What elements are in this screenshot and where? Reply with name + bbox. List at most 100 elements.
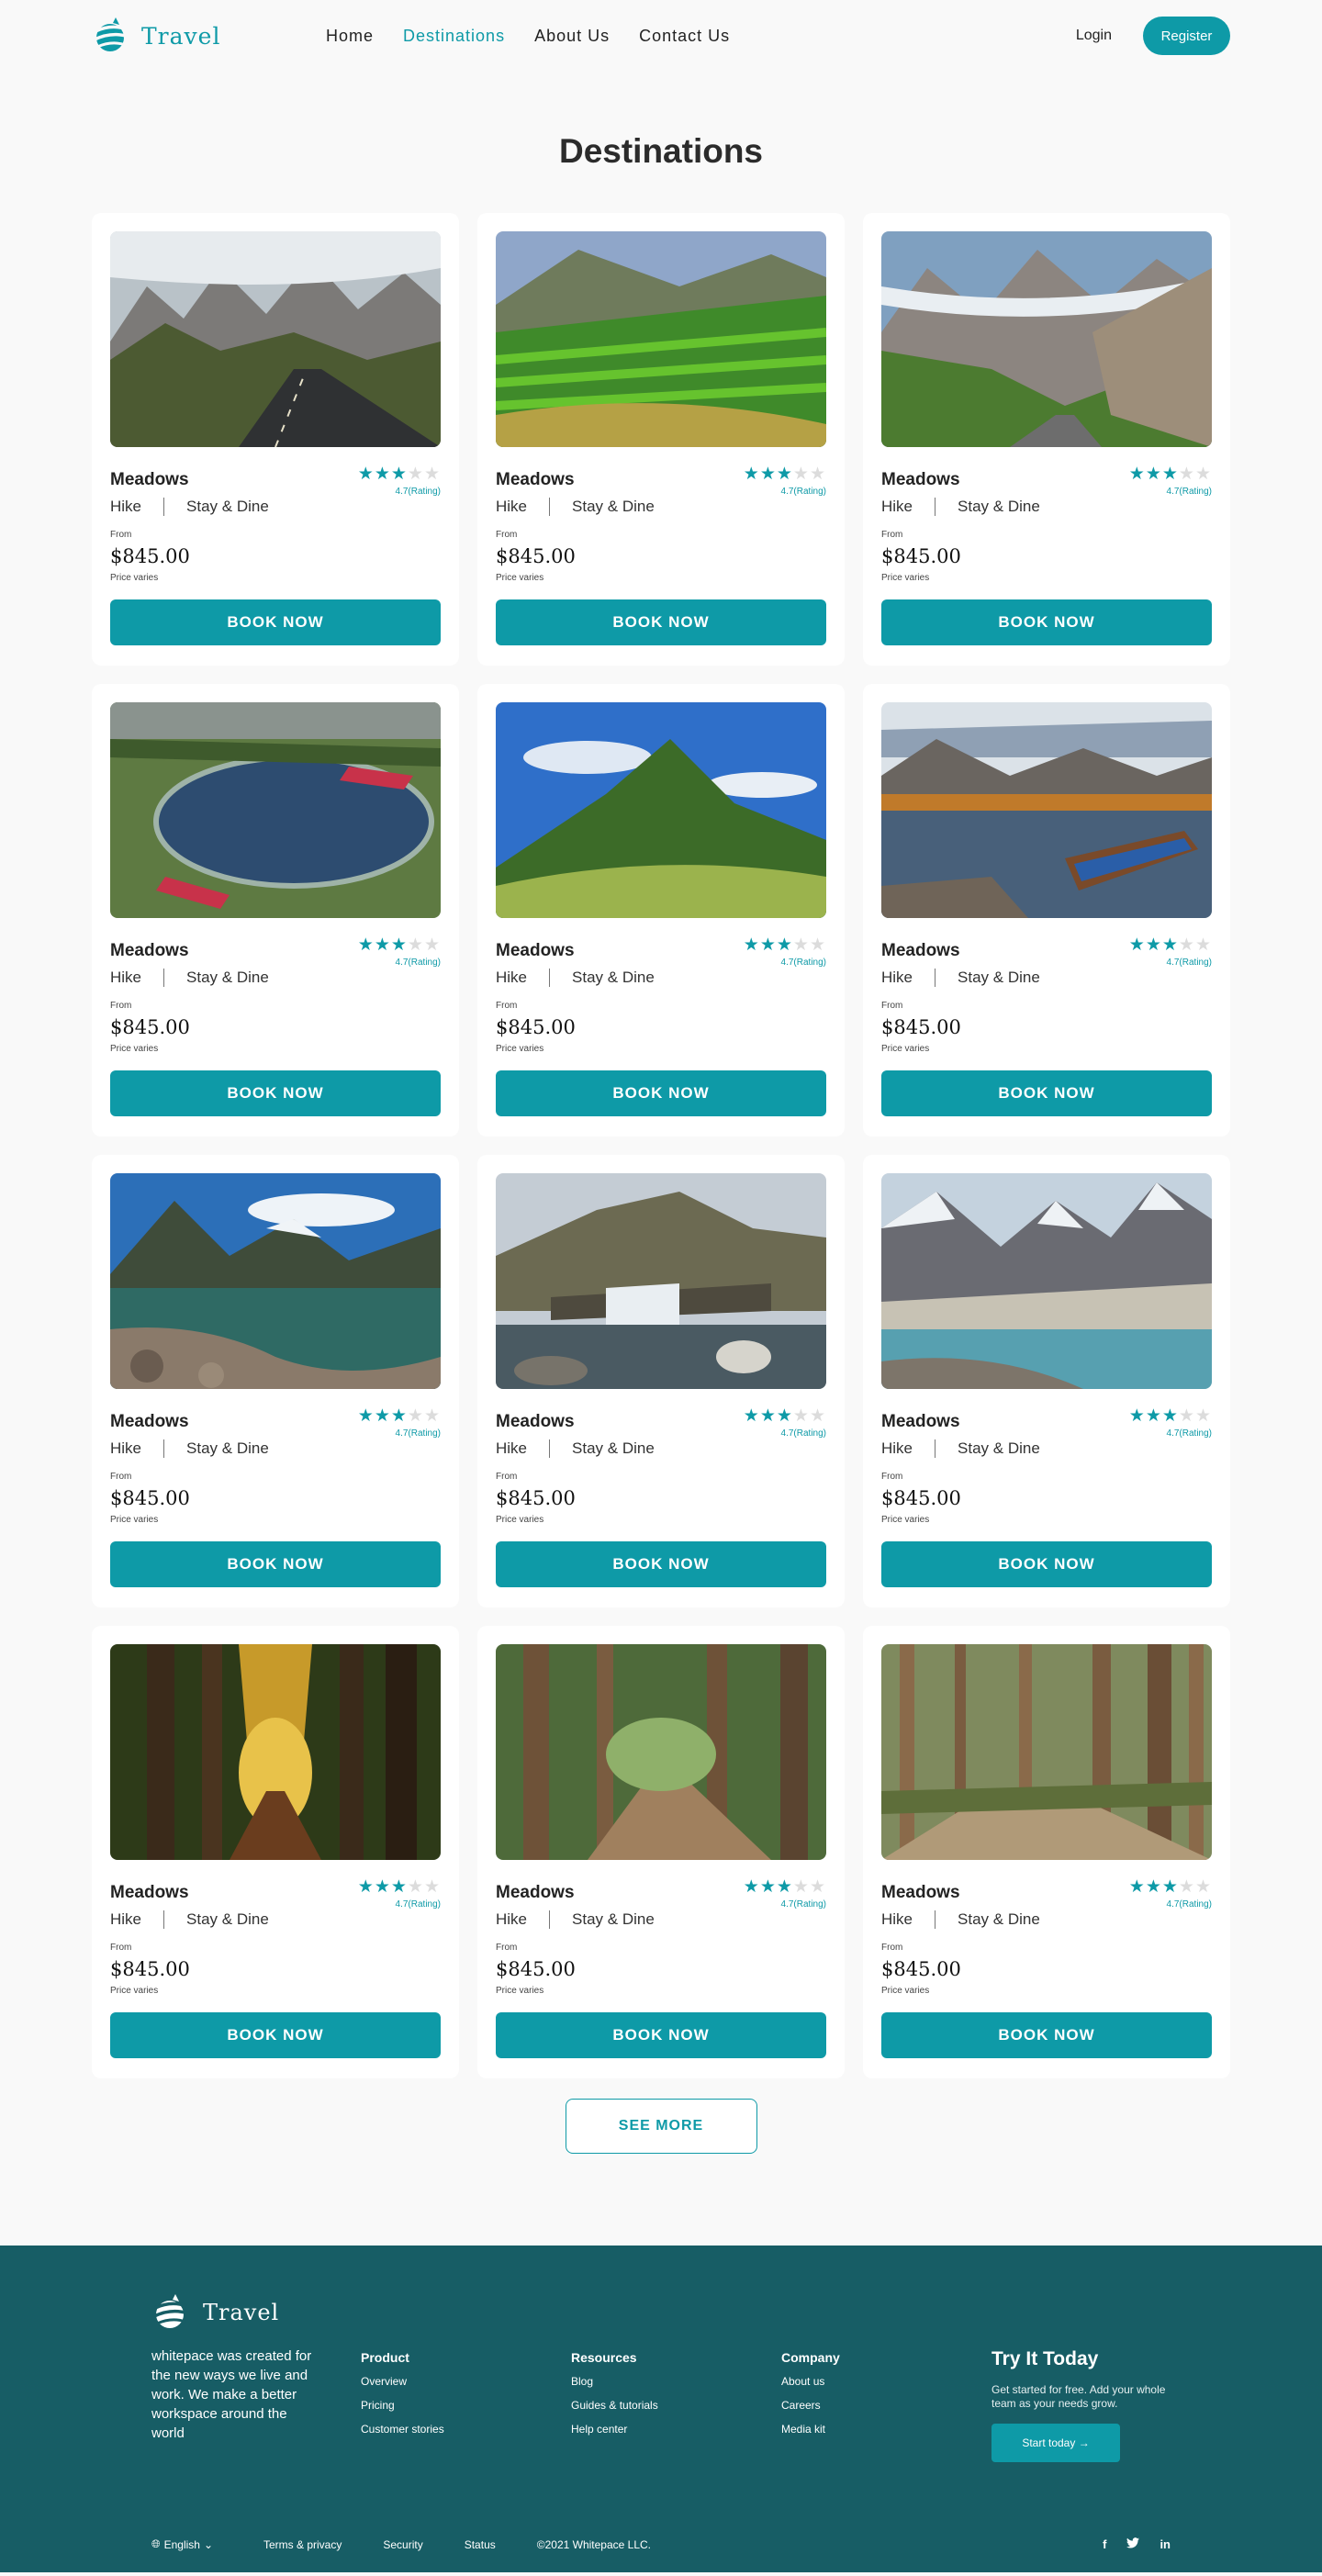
star-icon: ★	[357, 935, 375, 955]
destination-card[interactable]: Meadows ★★★★★ 4.7(Rating) Hike Stay & Di…	[92, 1155, 459, 1607]
tag-stay-dine: Stay & Dine	[958, 1910, 1040, 1928]
book-now-button[interactable]: BOOK NOW	[496, 2012, 826, 2058]
price-note: Price varies	[110, 1515, 159, 1525]
footer-link-guides[interactable]: Guides & tutorials	[571, 2399, 781, 2412]
destination-card[interactable]: Meadows ★★★★★ 4.7(Rating) Hike Stay & Di…	[477, 213, 845, 666]
destination-image[interactable]	[110, 1173, 441, 1389]
tag-divider	[549, 498, 551, 516]
star-icon: ★	[407, 935, 424, 955]
destination-image[interactable]	[496, 702, 826, 918]
destination-card[interactable]: Meadows ★★★★★ 4.7(Rating) Hike Stay & Di…	[477, 1155, 845, 1607]
facebook-icon[interactable]: f	[1103, 2537, 1106, 2551]
rating: ★★★★★ 4.7(Rating)	[1129, 1878, 1212, 1910]
footer-col-resources: Resources Blog Guides & tutorials Help c…	[571, 2291, 781, 2462]
card-head: Meadows ★★★★★ 4.7(Rating)	[496, 1407, 826, 1439]
logo[interactable]: Travel	[92, 15, 326, 57]
destination-card[interactable]: Meadows ★★★★★ 4.7(Rating) Hike Stay & Di…	[863, 684, 1230, 1137]
footer-link-about-us[interactable]: About us	[781, 2375, 992, 2388]
destination-image[interactable]	[496, 1173, 826, 1389]
twitter-icon[interactable]	[1126, 2537, 1140, 2551]
login-link[interactable]: Login	[1076, 28, 1112, 44]
footer-link-pricing[interactable]: Pricing	[361, 2399, 571, 2412]
destination-card[interactable]: Meadows ★★★★★ 4.7(Rating) Hike Stay & Di…	[92, 1626, 459, 2078]
footer-link-careers[interactable]: Careers	[781, 2399, 992, 2412]
book-now-button[interactable]: BOOK NOW	[110, 1541, 441, 1587]
book-now-button[interactable]: BOOK NOW	[110, 599, 441, 645]
card-tags: Hike Stay & Dine	[110, 498, 441, 516]
card-title: Meadows	[496, 470, 575, 489]
price-from-label: From	[110, 1472, 132, 1482]
tag-hike: Hike	[496, 498, 528, 515]
destination-card[interactable]: Meadows ★★★★★ 4.7(Rating) Hike Stay & Di…	[92, 213, 459, 666]
book-now-button[interactable]: BOOK NOW	[496, 1541, 826, 1587]
nav-home[interactable]: Home	[326, 27, 374, 46]
tag-stay-dine: Stay & Dine	[572, 498, 655, 515]
book-now-button[interactable]: BOOK NOW	[110, 1070, 441, 1116]
start-today-button[interactable]: Start today →	[992, 2424, 1120, 2462]
book-now-button[interactable]: BOOK NOW	[881, 1541, 1212, 1587]
nav-about-us[interactable]: About Us	[534, 27, 610, 46]
destination-card[interactable]: Meadows ★★★★★ 4.7(Rating) Hike Stay & Di…	[863, 1626, 1230, 2078]
destination-card[interactable]: Meadows ★★★★★ 4.7(Rating) Hike Stay & Di…	[477, 684, 845, 1137]
destination-card[interactable]: Meadows ★★★★★ 4.7(Rating) Hike Stay & Di…	[863, 1155, 1230, 1607]
destination-image[interactable]	[881, 231, 1212, 447]
price-note: Price varies	[496, 573, 544, 583]
linkedin-icon[interactable]: in	[1160, 2537, 1171, 2551]
footer-link-help-center[interactable]: Help center	[571, 2423, 781, 2436]
status-link[interactable]: Status	[465, 2538, 496, 2551]
footer-link-customer-stories[interactable]: Customer stories	[361, 2423, 571, 2436]
star-rating: ★★★★★	[358, 465, 441, 484]
destination-image[interactable]	[110, 231, 441, 447]
card-title: Meadows	[110, 1883, 189, 1902]
see-more-button[interactable]: SEE MORE	[565, 2099, 757, 2154]
footer-link-media-kit[interactable]: Media kit	[781, 2423, 992, 2436]
footer-cta-title: Try It Today	[992, 2348, 1099, 2369]
nav-destinations[interactable]: Destinations	[403, 27, 505, 46]
book-now-button[interactable]: BOOK NOW	[881, 1070, 1212, 1116]
destination-image[interactable]	[110, 702, 441, 918]
price: $845.00	[496, 545, 576, 567]
footer-link-overview[interactable]: Overview	[361, 2375, 571, 2388]
destination-image[interactable]	[110, 1644, 441, 1860]
social-links: f in	[1103, 2537, 1171, 2551]
tag-stay-dine: Stay & Dine	[572, 969, 655, 986]
security-link[interactable]: Security	[383, 2538, 422, 2551]
glacier-lake-image	[881, 1173, 1212, 1389]
book-now-button[interactable]: BOOK NOW	[496, 599, 826, 645]
tag-stay-dine: Stay & Dine	[186, 969, 269, 986]
footer-col-title: Company	[781, 2350, 840, 2365]
autumn-forest-image	[110, 1644, 441, 1860]
lake-resort-image	[110, 702, 441, 918]
footer-col-title: Product	[361, 2350, 409, 2365]
price: $845.00	[496, 1958, 576, 1980]
footer-logo[interactable]: Travel	[151, 2291, 361, 2334]
price: $845.00	[110, 1487, 190, 1509]
card-title: Meadows	[881, 470, 960, 489]
book-now-button[interactable]: BOOK NOW	[496, 1070, 826, 1116]
rating-text: 4.7(Rating)	[1166, 1428, 1212, 1439]
destination-image[interactable]	[496, 1644, 826, 1860]
destination-card[interactable]: Meadows ★★★★★ 4.7(Rating) Hike Stay & Di…	[863, 213, 1230, 666]
footer-cta-description: Get started for free. Add your whole tea…	[992, 2383, 1166, 2410]
destination-image[interactable]	[881, 702, 1212, 918]
destination-image[interactable]	[881, 1644, 1212, 1860]
book-now-button[interactable]: BOOK NOW	[881, 599, 1212, 645]
nav-contact-us[interactable]: Contact Us	[639, 27, 730, 46]
star-rating: ★★★★★	[358, 936, 441, 955]
star-icon: ★	[1178, 465, 1195, 484]
price-from-label: From	[881, 1943, 903, 1953]
book-now-button[interactable]: BOOK NOW	[110, 2012, 441, 2058]
destination-card[interactable]: Meadows ★★★★★ 4.7(Rating) Hike Stay & Di…	[477, 1626, 845, 2078]
star-icon: ★	[407, 465, 424, 484]
rating-text: 4.7(Rating)	[395, 958, 441, 968]
tag-hike: Hike	[881, 969, 913, 986]
register-button[interactable]: Register	[1143, 17, 1230, 55]
destination-image[interactable]	[881, 1173, 1212, 1389]
star-icon: ★	[374, 935, 391, 955]
footer-link-blog[interactable]: Blog	[571, 2375, 781, 2388]
language-selector[interactable]: 🌐︎ English ⌄	[151, 2537, 263, 2551]
destination-image[interactable]	[496, 231, 826, 447]
book-now-button[interactable]: BOOK NOW	[881, 2012, 1212, 2058]
terms-link[interactable]: Terms & privacy	[263, 2538, 342, 2551]
destination-card[interactable]: Meadows ★★★★★ 4.7(Rating) Hike Stay & Di…	[92, 684, 459, 1137]
